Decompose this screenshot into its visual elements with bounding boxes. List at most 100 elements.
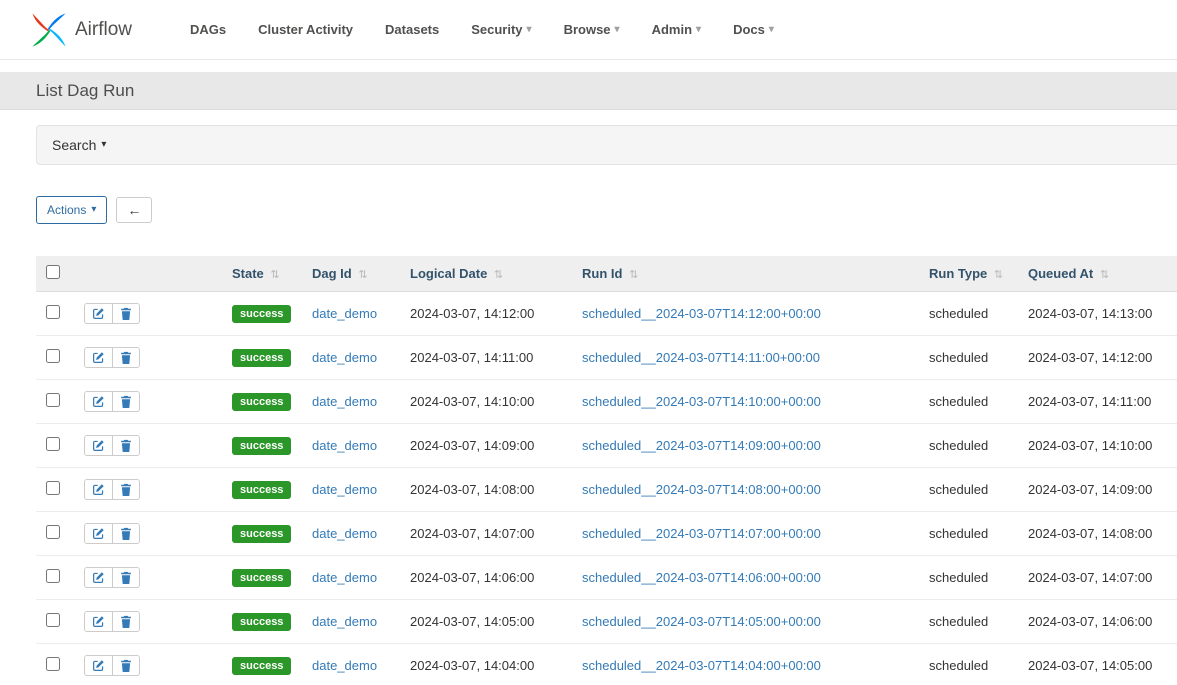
caret-down-icon: ▾ [91, 205, 96, 215]
logical-date-cell: 2024-03-07, 14:04:00 [400, 644, 572, 685]
select-all-checkbox[interactable] [46, 265, 60, 279]
dag-id-link[interactable]: date_demo [312, 526, 377, 541]
column-header-run-type[interactable]: Run Type ⇅ [919, 256, 1018, 292]
nav-item-dags[interactable]: DAGs [174, 12, 242, 47]
sort-icon[interactable]: ⇅ [494, 269, 503, 281]
dag-id-link[interactable]: date_demo [312, 482, 377, 497]
edit-row-button[interactable] [84, 655, 113, 676]
edit-icon [92, 395, 105, 408]
queued-at-cell: 2024-03-07, 14:10:00 [1018, 424, 1177, 468]
search-collapse-panel[interactable]: Search ▾ [36, 125, 1177, 165]
edit-row-button[interactable] [84, 391, 113, 412]
delete-row-button[interactable] [112, 391, 140, 412]
nav-item-cluster-activity[interactable]: Cluster Activity [242, 12, 369, 47]
row-actions-cell [74, 380, 222, 424]
sort-icon[interactable]: ⇅ [270, 269, 279, 281]
run-id-link[interactable]: scheduled__2024-03-07T14:07:00+00:00 [582, 526, 821, 541]
table-row: success date_demo 2024-03-07, 14:10:00 s… [36, 380, 1177, 424]
row-checkbox[interactable] [46, 481, 60, 495]
dag-run-table-container: State ⇅ Dag Id ⇅ Logical Date ⇅ Run Id ⇅… [36, 256, 1177, 685]
delete-row-button[interactable] [112, 303, 140, 324]
sort-icon[interactable]: ⇅ [1100, 269, 1109, 281]
logical-date-cell: 2024-03-07, 14:08:00 [400, 468, 572, 512]
run-id-cell: scheduled__2024-03-07T14:10:00+00:00 [572, 380, 919, 424]
nav-item-browse[interactable]: Browse ▾ [548, 12, 636, 47]
row-checkbox[interactable] [46, 657, 60, 671]
row-checkbox[interactable] [46, 569, 60, 583]
trash-icon [120, 351, 132, 364]
delete-row-button[interactable] [112, 567, 140, 588]
run-id-cell: scheduled__2024-03-07T14:09:00+00:00 [572, 424, 919, 468]
navbar: Airflow DAGs Cluster Activity Datasets S… [0, 0, 1177, 60]
run-id-link[interactable]: scheduled__2024-03-07T14:11:00+00:00 [582, 350, 820, 365]
run-id-cell: scheduled__2024-03-07T14:04:00+00:00 [572, 644, 919, 685]
row-checkbox[interactable] [46, 349, 60, 363]
dag-id-link[interactable]: date_demo [312, 570, 377, 585]
column-header-logical-date[interactable]: Logical Date ⇅ [400, 256, 572, 292]
state-cell: success [222, 424, 302, 468]
trash-icon [120, 615, 132, 628]
trash-icon [120, 527, 132, 540]
dag-id-link[interactable]: date_demo [312, 394, 377, 409]
run-id-link[interactable]: scheduled__2024-03-07T14:12:00+00:00 [582, 306, 821, 321]
delete-row-button[interactable] [112, 655, 140, 676]
edit-icon [92, 439, 105, 452]
dag-id-link[interactable]: date_demo [312, 658, 377, 673]
column-header-run-id[interactable]: Run Id ⇅ [572, 256, 919, 292]
dag-id-link[interactable]: date_demo [312, 438, 377, 453]
dag-id-link[interactable]: date_demo [312, 306, 377, 321]
edit-row-button[interactable] [84, 523, 113, 544]
edit-row-button[interactable] [84, 435, 113, 456]
row-checkbox[interactable] [46, 525, 60, 539]
state-cell: success [222, 292, 302, 336]
nav-item-admin[interactable]: Admin ▾ [636, 12, 717, 47]
queued-at-cell: 2024-03-07, 14:11:00 [1018, 380, 1177, 424]
run-id-link[interactable]: scheduled__2024-03-07T14:09:00+00:00 [582, 438, 821, 453]
table-row: success date_demo 2024-03-07, 14:07:00 s… [36, 512, 1177, 556]
sort-icon[interactable]: ⇅ [994, 269, 1003, 281]
column-header-queued-at[interactable]: Queued At ⇅ [1018, 256, 1177, 292]
row-checkbox[interactable] [46, 613, 60, 627]
delete-row-button[interactable] [112, 611, 140, 632]
dag-id-link[interactable]: date_demo [312, 614, 377, 629]
run-id-link[interactable]: scheduled__2024-03-07T14:08:00+00:00 [582, 482, 821, 497]
edit-row-button[interactable] [84, 611, 113, 632]
brand[interactable]: Airflow [30, 11, 132, 49]
airflow-logo-icon [30, 11, 68, 49]
edit-row-button[interactable] [84, 567, 113, 588]
row-checkbox[interactable] [46, 437, 60, 451]
actions-dropdown-button[interactable]: Actions ▾ [36, 196, 107, 224]
nav-item-security[interactable]: Security ▾ [455, 12, 547, 47]
run-type-cell: scheduled [919, 380, 1018, 424]
queued-at-cell: 2024-03-07, 14:05:00 [1018, 644, 1177, 685]
logical-date-cell: 2024-03-07, 14:09:00 [400, 424, 572, 468]
edit-row-button[interactable] [84, 479, 113, 500]
column-header-state[interactable]: State ⇅ [222, 256, 302, 292]
run-id-link[interactable]: scheduled__2024-03-07T14:04:00+00:00 [582, 658, 821, 673]
queued-at-cell: 2024-03-07, 14:12:00 [1018, 336, 1177, 380]
table-header-row: State ⇅ Dag Id ⇅ Logical Date ⇅ Run Id ⇅… [36, 256, 1177, 292]
table-row: success date_demo 2024-03-07, 14:09:00 s… [36, 424, 1177, 468]
page-title: List Dag Run [36, 81, 134, 101]
state-cell: success [222, 512, 302, 556]
dag-id-link[interactable]: date_demo [312, 350, 377, 365]
logical-date-cell: 2024-03-07, 14:10:00 [400, 380, 572, 424]
nav-item-datasets[interactable]: Datasets [369, 12, 455, 47]
delete-row-button[interactable] [112, 347, 140, 368]
row-checkbox[interactable] [46, 393, 60, 407]
run-id-link[interactable]: scheduled__2024-03-07T14:06:00+00:00 [582, 570, 821, 585]
delete-row-button[interactable] [112, 479, 140, 500]
column-header-dag-id[interactable]: Dag Id ⇅ [302, 256, 400, 292]
sort-icon[interactable]: ⇅ [358, 269, 367, 281]
back-button[interactable]: ← [116, 197, 152, 223]
delete-row-button[interactable] [112, 435, 140, 456]
run-id-link[interactable]: scheduled__2024-03-07T14:05:00+00:00 [582, 614, 821, 629]
nav-item-docs[interactable]: Docs ▾ [717, 12, 790, 47]
delete-row-button[interactable] [112, 523, 140, 544]
row-checkbox[interactable] [46, 305, 60, 319]
run-id-link[interactable]: scheduled__2024-03-07T14:10:00+00:00 [582, 394, 821, 409]
run-id-cell: scheduled__2024-03-07T14:11:00+00:00 [572, 336, 919, 380]
edit-row-button[interactable] [84, 303, 113, 324]
sort-icon[interactable]: ⇅ [629, 269, 638, 281]
edit-row-button[interactable] [84, 347, 113, 368]
